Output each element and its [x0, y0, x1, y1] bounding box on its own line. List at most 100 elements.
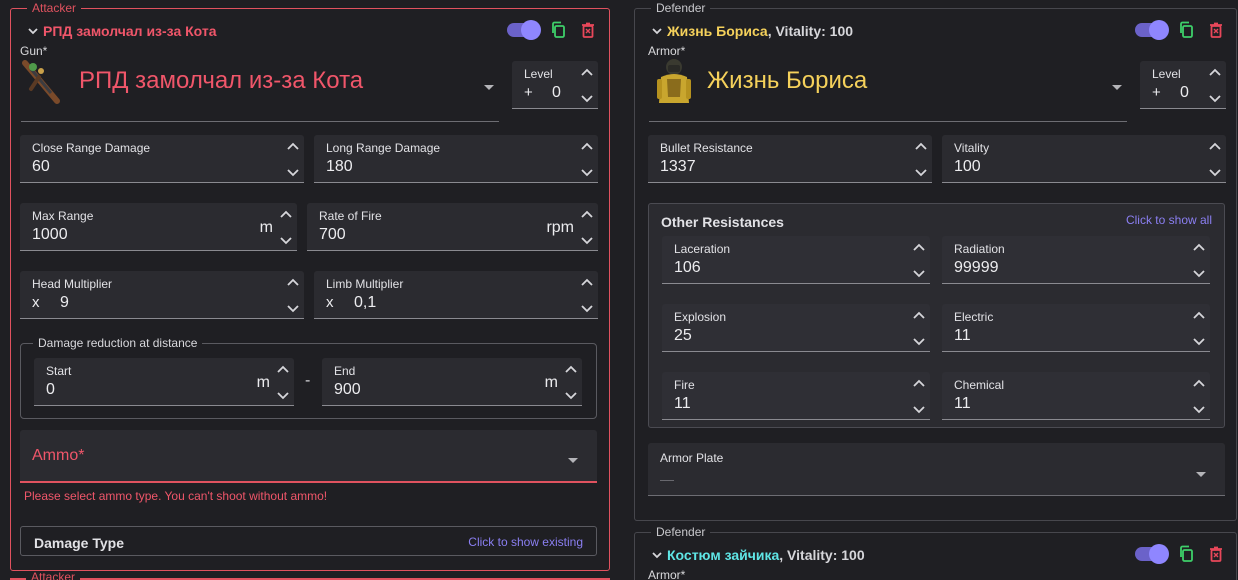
attacker-level-field[interactable]: Level + 0	[512, 61, 598, 109]
chevron-up-down-icon[interactable]	[1192, 376, 1206, 416]
explosion-value[interactable]: 25	[674, 327, 692, 345]
close-range-damage-value[interactable]: 60	[32, 158, 50, 176]
chemical-field[interactable]: Chemical 11	[942, 372, 1210, 420]
defender-level-field[interactable]: Level + 0	[1140, 61, 1226, 109]
damage-reduction-label: Damage reduction at distance	[33, 336, 203, 350]
armor-plate-value: —	[660, 471, 674, 487]
chevron-up-down-icon[interactable]	[1192, 240, 1206, 280]
chevron-up-down-icon[interactable]	[580, 275, 594, 315]
chevron-up-down-icon[interactable]	[286, 275, 300, 315]
trash-icon[interactable]	[577, 19, 599, 41]
chevron-up-down-icon[interactable]	[914, 139, 928, 179]
level-prefix: +	[524, 84, 533, 101]
triangle-down-icon[interactable]	[567, 452, 579, 470]
max-range-value[interactable]: 1000	[32, 226, 68, 244]
chevron-up-down-icon[interactable]	[580, 207, 594, 247]
chevron-up-down-icon[interactable]	[276, 362, 290, 402]
damage-type-label: Damage Type	[34, 535, 124, 551]
attacker-card: Attacker РПД замолчал из-за Кота Gun* РП…	[10, 1, 610, 571]
explosion-label: Explosion	[674, 310, 727, 324]
laceration-field[interactable]: Laceration 106	[662, 236, 930, 284]
armor-select[interactable]: Жизнь Бориса	[649, 57, 1127, 122]
damage-type-link[interactable]: Click to show existing	[468, 535, 583, 549]
reduction-end-field[interactable]: End 900 m	[322, 358, 582, 406]
triangle-down-icon[interactable]	[1111, 79, 1123, 97]
max-range-label: Max Range	[32, 209, 94, 223]
reduction-start-unit: m	[256, 374, 270, 391]
max-range-field[interactable]: Max Range 1000 m	[20, 203, 297, 251]
level-value[interactable]: 0	[1180, 84, 1189, 102]
limb-multiplier-field[interactable]: Limb Multiplier x 0,1	[314, 271, 598, 319]
level-value[interactable]: 0	[552, 84, 561, 102]
armor-plate-select[interactable]: Armor Plate —	[648, 443, 1225, 496]
rate-of-fire-value[interactable]: 700	[319, 226, 346, 244]
fire-field[interactable]: Fire 11	[662, 372, 930, 420]
chevron-down-icon[interactable]	[647, 549, 667, 561]
defender-actions	[1135, 19, 1227, 41]
attacker-actions	[507, 19, 599, 41]
laceration-value[interactable]: 106	[674, 259, 701, 277]
defender-enable-toggle[interactable]	[1135, 20, 1169, 40]
long-range-damage-value[interactable]: 180	[326, 158, 353, 176]
chevron-down-icon[interactable]	[23, 25, 43, 37]
triangle-down-icon[interactable]	[1195, 466, 1207, 484]
electric-field[interactable]: Electric 11	[942, 304, 1210, 352]
chevron-up-down-icon[interactable]	[912, 308, 926, 348]
chevron-up-down-icon[interactable]	[1192, 308, 1206, 348]
chevron-up-down-icon[interactable]	[580, 65, 594, 105]
head-multiplier-field[interactable]: Head Multiplier x 9	[20, 271, 304, 319]
damage-reduction-group: Damage reduction at distance Start 0 m -…	[20, 336, 597, 419]
level-label: Level	[1152, 67, 1181, 81]
long-range-damage-field[interactable]: Long Range Damage 180	[314, 135, 598, 183]
attacker-header[interactable]: РПД замолчал из-за Кота	[23, 21, 217, 41]
chemical-value[interactable]: 11	[954, 395, 971, 413]
fire-label: Fire	[674, 378, 695, 392]
radiation-value[interactable]: 99999	[954, 259, 999, 277]
chevron-up-down-icon[interactable]	[279, 207, 293, 247]
radiation-field[interactable]: Radiation 99999	[942, 236, 1210, 284]
chevron-down-icon[interactable]	[647, 25, 667, 37]
close-range-damage-field[interactable]: Close Range Damage 60	[20, 135, 304, 183]
laceration-label: Laceration	[674, 242, 731, 256]
vitality-field[interactable]: Vitality 100	[942, 135, 1226, 183]
show-all-link[interactable]: Click to show all	[1126, 213, 1212, 227]
trash-icon[interactable]	[1205, 19, 1227, 41]
chevron-up-down-icon[interactable]	[286, 139, 300, 179]
chevron-up-down-icon[interactable]	[1208, 65, 1222, 105]
reduction-separator: -	[305, 372, 311, 389]
attacker-legend: Attacker	[27, 1, 82, 15]
reduction-start-field[interactable]: Start 0 m	[34, 358, 294, 406]
ammo-select[interactable]: Ammo*	[20, 430, 597, 483]
reduction-start-value[interactable]: 0	[46, 381, 55, 399]
gun-label: Gun*	[20, 44, 48, 58]
chevron-up-down-icon[interactable]	[564, 362, 578, 402]
defender-header[interactable]: Жизнь Бориса , Vitality: 100	[647, 21, 853, 41]
bullet-resistance-field[interactable]: Bullet Resistance 1337	[648, 135, 932, 183]
trash-icon[interactable]	[1205, 543, 1227, 565]
bullet-resistance-value[interactable]: 1337	[660, 158, 696, 176]
gun-select[interactable]: РПД замолчал из-за Кота	[21, 57, 499, 122]
damage-type-panel[interactable]: Damage Type Click to show existing	[20, 526, 597, 556]
copy-icon[interactable]	[1175, 19, 1197, 41]
vitality-value[interactable]: 100	[954, 158, 981, 176]
defender-2-header[interactable]: Костюм зайчика , Vitality: 100	[647, 545, 865, 565]
triangle-down-icon[interactable]	[483, 79, 495, 97]
explosion-field[interactable]: Explosion 25	[662, 304, 930, 352]
copy-icon[interactable]	[547, 19, 569, 41]
electric-value[interactable]: 11	[954, 327, 971, 345]
chevron-up-down-icon[interactable]	[912, 240, 926, 280]
other-resistances-panel: Other Resistances Click to show all Lace…	[648, 203, 1225, 428]
chevron-up-down-icon[interactable]	[580, 139, 594, 179]
defender-2-enable-toggle[interactable]	[1135, 544, 1169, 564]
attacker-enable-toggle[interactable]	[507, 20, 541, 40]
rate-of-fire-field[interactable]: Rate of Fire 700 rpm	[307, 203, 598, 251]
head-multiplier-value[interactable]: 9	[60, 294, 69, 312]
copy-icon[interactable]	[1175, 543, 1197, 565]
reduction-end-value[interactable]: 900	[334, 381, 361, 399]
chevron-up-down-icon[interactable]	[1208, 139, 1222, 179]
radiation-label: Radiation	[954, 242, 1005, 256]
chevron-up-down-icon[interactable]	[912, 376, 926, 416]
limb-multiplier-value[interactable]: 0,1	[354, 294, 376, 312]
bullet-resistance-label: Bullet Resistance	[660, 141, 753, 155]
fire-value[interactable]: 11	[674, 395, 691, 413]
